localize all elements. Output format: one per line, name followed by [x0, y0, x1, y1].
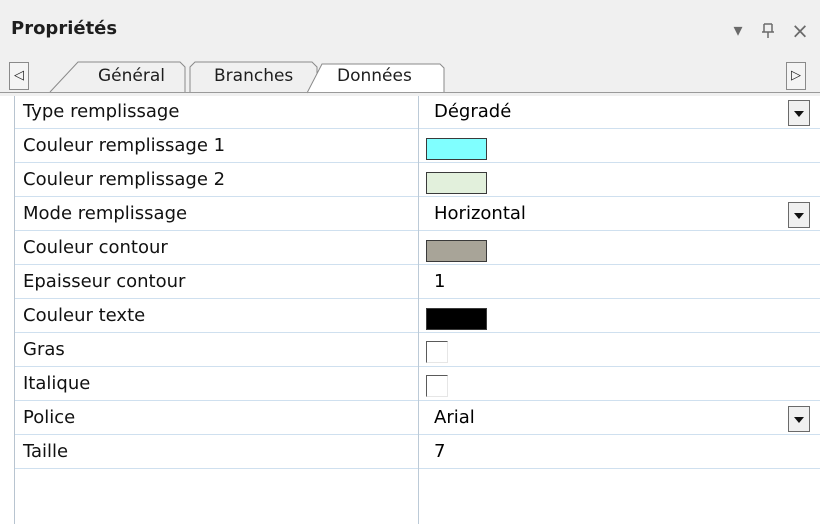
property-name: Couleur texte: [23, 305, 146, 326]
panel-titlebar: Propriétés ▾ ×: [0, 0, 820, 60]
dropdown-arrow-icon[interactable]: [788, 406, 810, 432]
property-name: Gras: [23, 339, 65, 360]
color-swatch-texte[interactable]: [426, 308, 487, 330]
property-value-mode-remplissage[interactable]: Horizontal: [434, 203, 526, 224]
color-swatch-contour[interactable]: [426, 240, 487, 262]
property-name: Italique: [23, 373, 91, 394]
tab-donnees[interactable]: Données: [337, 66, 412, 86]
property-name: Police: [23, 407, 76, 428]
property-value-police[interactable]: Arial: [434, 407, 475, 428]
property-name: Couleur remplissage 1: [23, 135, 226, 156]
close-icon[interactable]: ×: [789, 18, 811, 44]
tab-scroll-right-icon[interactable]: ▷: [786, 62, 806, 90]
property-name: Couleur remplissage 2: [23, 169, 226, 190]
property-name: Taille: [23, 441, 69, 462]
window-dropdown-icon[interactable]: ▾: [727, 18, 749, 44]
property-value-taille[interactable]: 7: [434, 441, 445, 462]
dropdown-arrow-icon[interactable]: [788, 202, 810, 228]
property-value-epaisseur-contour[interactable]: 1: [434, 271, 445, 292]
property-name: Type remplissage: [23, 101, 180, 122]
column-divider[interactable]: [418, 96, 419, 524]
tab-general[interactable]: Général: [98, 66, 165, 86]
tab-scroll-left-icon[interactable]: ◁: [9, 62, 29, 90]
pin-icon[interactable]: [757, 18, 779, 44]
checkbox-italique[interactable]: [426, 375, 448, 397]
panel-title: Propriétés: [11, 18, 118, 39]
tab-branches[interactable]: Branches: [214, 66, 293, 86]
dropdown-arrow-icon[interactable]: [788, 100, 810, 126]
property-name: Mode remplissage: [23, 203, 188, 224]
color-swatch-remplissage-1[interactable]: [426, 138, 487, 160]
color-swatch-remplissage-2[interactable]: [426, 172, 487, 194]
property-value-type-remplissage[interactable]: Dégradé: [434, 101, 511, 122]
checkbox-gras[interactable]: [426, 341, 448, 363]
property-name: Couleur contour: [23, 237, 168, 258]
tab-baseline: [0, 92, 820, 93]
property-name: Epaisseur contour: [23, 271, 186, 292]
